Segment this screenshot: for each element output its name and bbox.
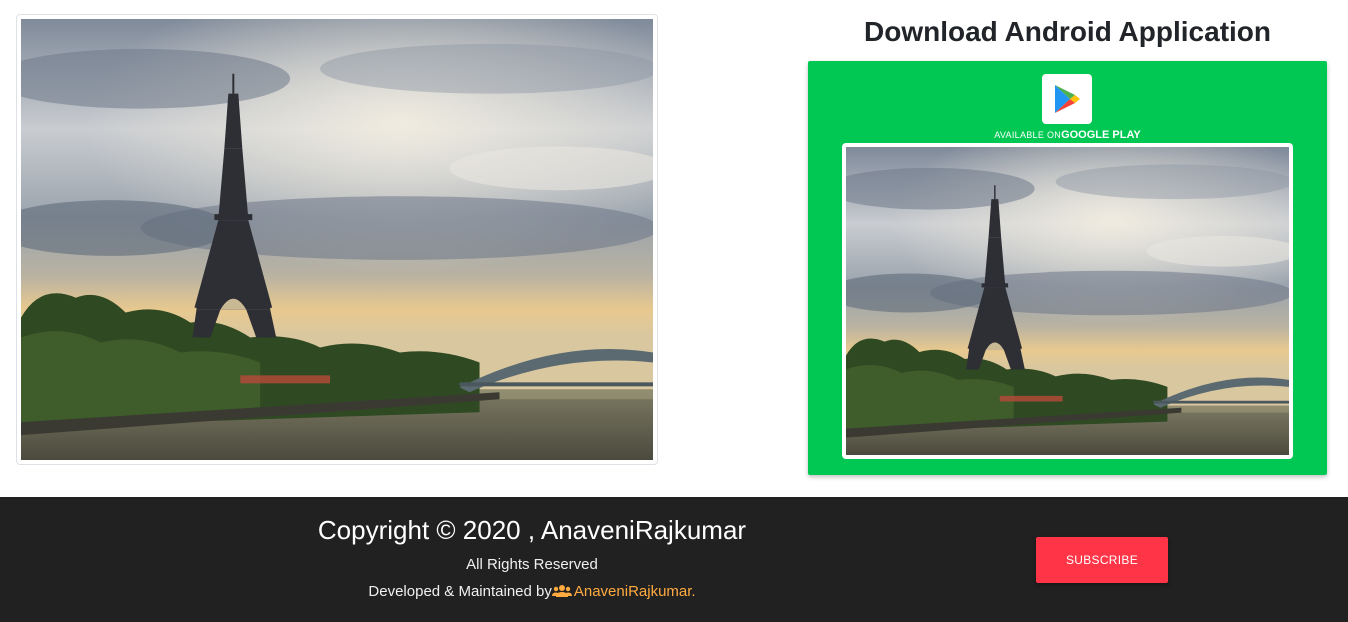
subscribe-button[interactable]: SUBSCRIBE bbox=[1036, 537, 1168, 583]
download-title: Download Android Application bbox=[864, 16, 1271, 47]
eiffel-tower-photo bbox=[21, 19, 653, 460]
store-caption: AVAILABLE ONGOOGLE PLAY bbox=[808, 127, 1327, 142]
eiffel-tower-preview-photo bbox=[846, 147, 1289, 455]
users-icon bbox=[551, 584, 572, 604]
developed-prefix: Developed & Maintained by bbox=[368, 583, 552, 600]
app-preview-photo-frame bbox=[842, 143, 1293, 459]
developer-link[interactable]: AnaveniRajkumar. bbox=[574, 583, 696, 600]
google-play-icon[interactable] bbox=[1042, 74, 1092, 124]
footer: Copyright © 2020 , AnaveniRajkumar All R… bbox=[0, 497, 1348, 622]
available-label: AVAILABLE ON bbox=[994, 130, 1062, 140]
copyright-text: Copyright © 2020 , AnaveniRajkumar bbox=[317, 515, 747, 545]
store-label: GOOGLE PLAY bbox=[1061, 129, 1141, 141]
developed-by: Developed & Maintained by AnaveniRajkuma… bbox=[232, 582, 832, 604]
google-play-banner[interactable]: AVAILABLE ONGOOGLE PLAY bbox=[808, 61, 1327, 475]
rights-text: All Rights Reserved bbox=[466, 556, 598, 573]
main-photo-card bbox=[16, 14, 658, 465]
